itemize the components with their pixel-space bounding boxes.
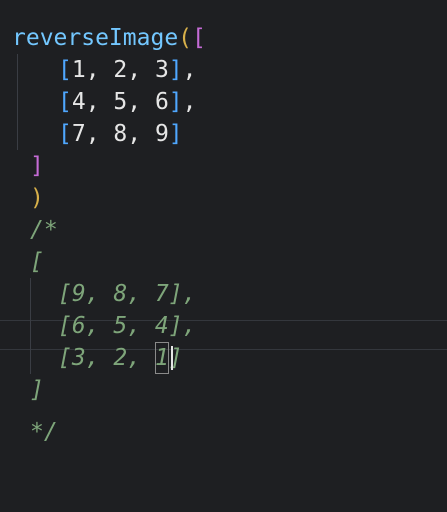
row-close-bracket: ] <box>168 57 183 83</box>
indent-guide <box>30 310 31 342</box>
code-line-10: [6, 5, 4], <box>0 310 447 342</box>
cursor-char: 1 <box>154 342 169 374</box>
code-line-5: ] <box>0 150 447 182</box>
code-line-11: [3, 2, 1] <box>0 342 447 374</box>
comment-text: ] <box>30 377 44 403</box>
code-text: [1, 2, 3], <box>58 54 197 86</box>
code-line-6: ) <box>0 182 447 214</box>
code-line-7: /* <box>0 214 447 246</box>
row-values: 4, 5, 6 <box>71 89 169 115</box>
code-line-4: [7, 8, 9] <box>0 118 447 150</box>
code-line-1: reverseImage([ <box>0 22 447 54</box>
code-line-8: [ <box>0 246 447 278</box>
close-paren: ) <box>30 185 44 211</box>
code-line-9: [9, 8, 7], <box>0 278 447 310</box>
indent-guide <box>30 342 31 374</box>
function-name: reverseImage <box>12 25 179 51</box>
code-line-3: [4, 5, 6], <box>0 86 447 118</box>
code-text: ) <box>30 182 44 214</box>
row-comma: , <box>182 89 197 115</box>
outer-open-bracket: [ <box>192 25 206 51</box>
comment-text: [3, 2, 1] <box>58 342 183 374</box>
row-comma: , <box>182 57 197 83</box>
code-text: [4, 5, 6], <box>58 86 197 118</box>
open-paren: ( <box>178 25 193 51</box>
indent-guide <box>17 54 18 86</box>
text-cursor <box>171 346 173 370</box>
indent-guide <box>17 118 18 150</box>
row-open-bracket: [ <box>58 121 72 147</box>
code-text: reverseImage([ <box>12 22 206 54</box>
code-line-2: [1, 2, 3], <box>0 54 447 86</box>
comment-text: [ <box>30 249 44 275</box>
code-editor[interactable]: reverseImage([ [1, 2, 3], [4, 5, 6], [7,… <box>0 0 447 448</box>
row-open-bracket: [ <box>58 57 72 83</box>
comment-text: [9, 8, 7], <box>58 281 197 307</box>
row-close-bracket: ] <box>168 121 183 147</box>
indent-guide <box>30 278 31 310</box>
comment-close: */ <box>30 419 58 445</box>
row-open-bracket: [ <box>58 89 72 115</box>
outer-close-bracket: ] <box>30 153 44 179</box>
code-line-13: */ <box>0 416 447 448</box>
code-text: [7, 8, 9] <box>58 118 183 150</box>
indent-guide <box>17 86 18 118</box>
code-line-12: ] <box>0 374 447 406</box>
row-values: 7, 8, 9 <box>71 121 169 147</box>
comment-text-start: [3, 2, <box>58 345 155 371</box>
comment-text: [6, 5, 4], <box>58 313 197 339</box>
code-text: ] <box>30 150 44 182</box>
row-close-bracket: ] <box>168 89 183 115</box>
comment-open: /* <box>30 217 58 243</box>
row-values: 1, 2, 3 <box>71 57 169 83</box>
